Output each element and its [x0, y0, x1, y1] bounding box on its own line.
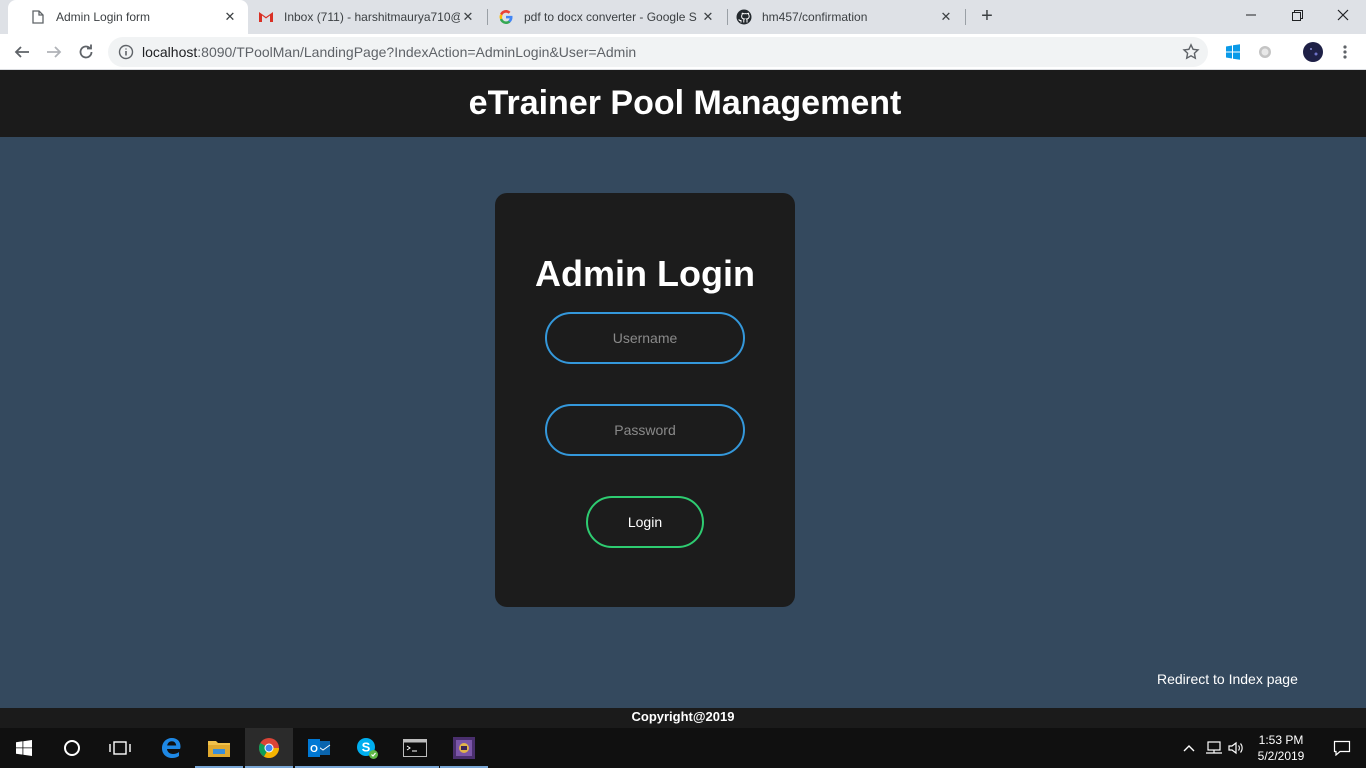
tab-gmail-inbox[interactable]: Inbox (711) - harshitmaurya710@ ✕ [248, 0, 486, 34]
tab-google-search[interactable]: pdf to docx converter - Google S ✕ [488, 0, 726, 34]
close-icon[interactable]: ✕ [938, 9, 954, 25]
site-header: eTrainer Pool Management [0, 70, 1366, 137]
skype-taskbar-button[interactable]: S [343, 728, 391, 768]
extension-circle-icon[interactable] [1256, 43, 1274, 61]
arrow-right-icon [47, 46, 62, 58]
tab-title: pdf to docx converter - Google S [524, 10, 697, 24]
tab-github[interactable]: hm457/confirmation ✕ [728, 0, 964, 34]
redirect-index-link[interactable]: Redirect to Index page [1157, 671, 1298, 687]
chrome-taskbar-button[interactable] [245, 728, 293, 768]
windows-taskbar: O S 1:53 PM 5/2/2019 [0, 728, 1366, 768]
volume-tray-icon[interactable] [1226, 728, 1246, 768]
chevron-up-icon [1183, 745, 1195, 752]
login-title: Admin Login [535, 253, 755, 294]
forward-button[interactable] [40, 38, 68, 66]
edge-icon [162, 738, 181, 758]
app-taskbar-button[interactable] [440, 728, 488, 768]
clock-time: 1:53 PM [1258, 733, 1304, 747]
copyright-text: Copyright@2019 [631, 709, 735, 724]
skype-icon: S [357, 738, 378, 759]
file-explorer-taskbar-button[interactable] [195, 728, 243, 768]
new-tab-button[interactable]: + [976, 5, 998, 27]
svg-text:O: O [310, 744, 318, 755]
close-window-button[interactable] [1320, 0, 1366, 30]
windows-logo-icon [16, 740, 32, 756]
site-footer: Copyright@2019 [0, 708, 1366, 728]
username-input[interactable] [545, 312, 745, 364]
browser-toolbar: localhost:8090/TPoolMan/LandingPage?Inde… [0, 34, 1366, 70]
tab-admin-login[interactable]: Admin Login form ✕ [8, 0, 248, 34]
info-icon [118, 44, 134, 60]
close-icon[interactable]: ✕ [700, 9, 716, 25]
system-clock[interactable]: 1:53 PM 5/2/2019 [1248, 732, 1314, 764]
profile-avatar[interactable] [1302, 41, 1324, 63]
minimize-button[interactable] [1228, 0, 1274, 30]
site-title: eTrainer Pool Management [468, 84, 902, 122]
task-view-icon [109, 741, 131, 755]
menu-kebab-icon[interactable] [1336, 43, 1354, 61]
github-icon [736, 9, 752, 25]
document-icon [30, 9, 46, 25]
windows-extension-icon[interactable] [1224, 43, 1242, 61]
gmail-icon [258, 9, 274, 25]
terminal-icon [403, 739, 427, 757]
task-view-button[interactable] [96, 728, 144, 768]
network-icon [1206, 741, 1222, 754]
cortana-search-button[interactable] [48, 728, 96, 768]
notifications-button[interactable] [1318, 728, 1366, 768]
tab-separator [965, 9, 966, 25]
clock-date: 5/2/2019 [1257, 749, 1305, 763]
show-hidden-icons-button[interactable] [1180, 728, 1198, 768]
password-input[interactable] [545, 404, 745, 456]
folder-icon [208, 741, 230, 757]
tab-title: Admin Login form [56, 10, 151, 24]
url-text: localhost:8090/TPoolMan/LandingPage?Inde… [142, 44, 637, 60]
back-button[interactable] [8, 38, 36, 66]
arrow-left-icon [14, 46, 29, 58]
google-icon [498, 9, 514, 25]
terminal-taskbar-button[interactable] [391, 728, 439, 768]
speaker-icon [1228, 741, 1243, 755]
close-icon[interactable]: ✕ [222, 9, 238, 25]
star-icon[interactable] [1182, 43, 1200, 61]
network-tray-icon[interactable] [1203, 728, 1225, 768]
outlook-icon: O [308, 739, 331, 757]
browser-tab-strip: Admin Login form ✕ Inbox (711) - harshit… [0, 0, 1366, 34]
app-tile-icon [453, 737, 475, 759]
close-icon[interactable]: ✕ [460, 9, 476, 25]
svg-text:S: S [362, 740, 371, 755]
restore-button[interactable] [1274, 0, 1320, 30]
tab-title: hm457/confirmation [762, 10, 868, 24]
reload-icon [79, 44, 93, 59]
login-button[interactable]: Login [586, 496, 704, 548]
start-button[interactable] [0, 728, 48, 768]
edge-taskbar-button[interactable] [147, 728, 195, 768]
reload-button[interactable] [72, 38, 100, 66]
outlook-taskbar-button[interactable]: O [295, 728, 343, 768]
login-card: Admin Login Login [495, 193, 795, 607]
notification-icon [1333, 740, 1351, 756]
cortana-circle-icon [64, 740, 80, 756]
tab-title: Inbox (711) - harshitmaurya710@ [284, 10, 460, 24]
address-bar[interactable]: localhost:8090/TPoolMan/LandingPage?Inde… [108, 37, 1208, 67]
chrome-icon [258, 738, 279, 758]
